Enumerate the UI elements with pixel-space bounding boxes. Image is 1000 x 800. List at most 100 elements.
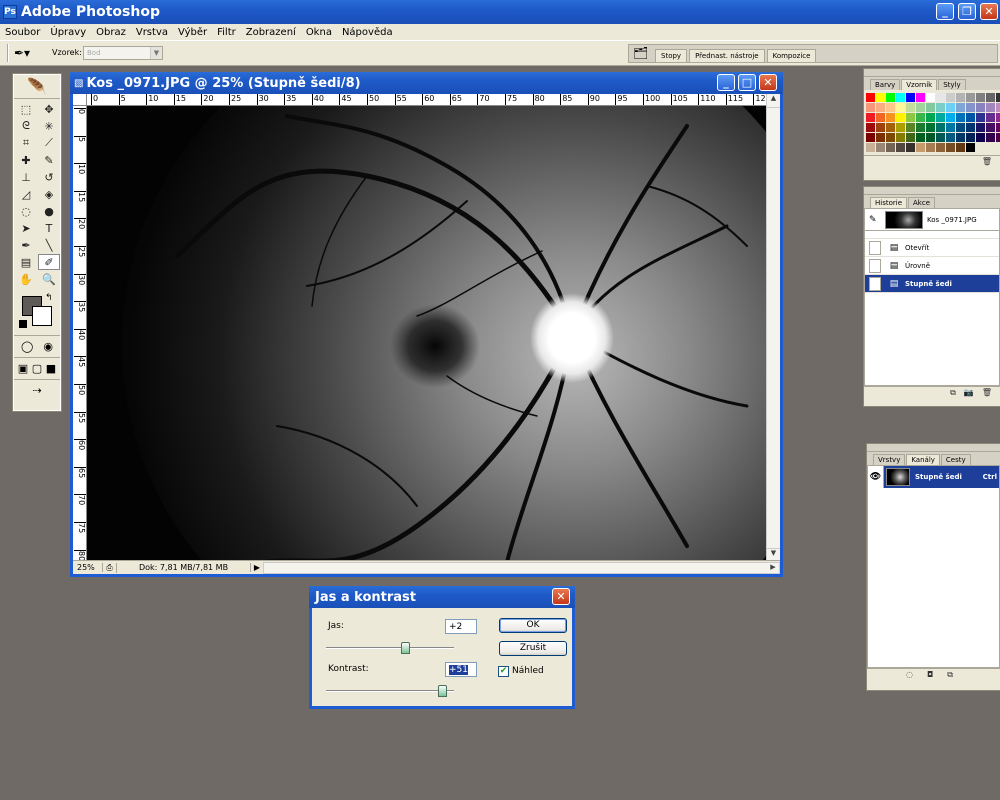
color-swatch[interactable] bbox=[986, 103, 995, 112]
color-swatch[interactable] bbox=[916, 113, 925, 122]
color-swatch[interactable] bbox=[876, 123, 885, 132]
color-swatch[interactable] bbox=[876, 133, 885, 142]
crop-tool-icon[interactable]: ⌗ bbox=[15, 135, 37, 151]
paint-bucket-tool-icon[interactable]: ◈ bbox=[38, 186, 60, 202]
contrast-input[interactable]: +51 bbox=[445, 662, 477, 677]
color-swatch[interactable] bbox=[986, 133, 995, 142]
swatch-grid[interactable] bbox=[864, 90, 1000, 155]
color-swatch[interactable] bbox=[866, 113, 875, 122]
color-swatch[interactable] bbox=[936, 133, 945, 142]
color-swatch[interactable] bbox=[876, 113, 885, 122]
color-swatch[interactable] bbox=[906, 113, 915, 122]
color-swatch[interactable] bbox=[886, 113, 895, 122]
color-swatch[interactable] bbox=[906, 93, 915, 102]
delete-state-icon[interactable]: 🗑 bbox=[982, 388, 992, 397]
color-swatch[interactable] bbox=[986, 143, 995, 152]
brightness-slider[interactable] bbox=[326, 642, 454, 654]
color-swatch[interactable] bbox=[916, 143, 925, 152]
save-selection-icon[interactable]: ◘ bbox=[927, 670, 933, 679]
color-swatch[interactable] bbox=[886, 123, 895, 132]
color-swatch[interactable] bbox=[996, 113, 1000, 122]
quick-mask-mode-icon[interactable]: ◉ bbox=[43, 340, 53, 353]
status-menu-arrow-icon[interactable]: ▶ bbox=[251, 563, 263, 572]
color-swatch[interactable] bbox=[876, 143, 885, 152]
zoom-tool-icon[interactable]: 🔍 bbox=[38, 271, 60, 287]
swap-colors-icon[interactable]: ↰ bbox=[45, 293, 53, 303]
palette-grip[interactable] bbox=[867, 444, 1000, 452]
preview-checkbox[interactable]: ✔ bbox=[498, 666, 509, 677]
color-swatch[interactable] bbox=[926, 113, 935, 122]
color-swatch[interactable] bbox=[976, 143, 985, 152]
color-swatch[interactable] bbox=[896, 123, 905, 132]
horizontal-scrollbar[interactable]: ▶ bbox=[263, 561, 780, 574]
color-swatch[interactable] bbox=[896, 93, 905, 102]
move-tool-icon[interactable]: ✥ bbox=[38, 101, 60, 117]
color-swatch[interactable] bbox=[986, 93, 995, 102]
history-state[interactable]: ▤ Úrovně bbox=[865, 257, 999, 275]
color-swatch[interactable] bbox=[956, 123, 965, 132]
color-swatch[interactable] bbox=[956, 143, 965, 152]
tab-stopy[interactable]: Stopy bbox=[655, 49, 688, 63]
tab-kompozice[interactable]: Kompozice bbox=[766, 49, 817, 63]
color-swatch[interactable] bbox=[966, 93, 975, 102]
restore-button[interactable]: ❐ bbox=[958, 3, 976, 20]
color-swatch[interactable] bbox=[966, 123, 975, 132]
vertical-scrollbar[interactable]: ▲ ▼ bbox=[766, 94, 780, 562]
minimize-button[interactable]: _ bbox=[936, 3, 954, 20]
type-tool-icon[interactable]: T bbox=[38, 220, 60, 236]
color-swatch[interactable] bbox=[886, 103, 895, 112]
clone-stamp-tool-icon[interactable]: ⊥ bbox=[15, 169, 37, 185]
sample-size-select[interactable]: Bod ▼ bbox=[83, 46, 163, 60]
history-state-selected[interactable]: ▤ Stupně šedi bbox=[865, 275, 999, 293]
channel-row[interactable]: 👁 Stupně šedi Ctrl bbox=[868, 466, 999, 488]
path-selection-tool-icon[interactable]: ➤ bbox=[15, 220, 37, 236]
eraser-tool-icon[interactable]: ◿ bbox=[15, 186, 37, 202]
color-swatch[interactable] bbox=[996, 143, 1000, 152]
color-swatch[interactable] bbox=[966, 143, 975, 152]
ok-button[interactable]: OK bbox=[499, 618, 567, 633]
menu-obraz[interactable]: Obraz bbox=[91, 27, 131, 38]
color-swatch[interactable] bbox=[996, 93, 1000, 102]
color-swatch[interactable] bbox=[876, 93, 885, 102]
background-color-swatch[interactable] bbox=[32, 306, 52, 326]
options-grip[interactable] bbox=[7, 44, 9, 62]
menu-filtr[interactable]: Filtr bbox=[212, 27, 241, 38]
color-swatch[interactable] bbox=[896, 143, 905, 152]
brightness-slider-thumb[interactable] bbox=[401, 642, 410, 654]
notes-tool-icon[interactable]: ▤ bbox=[15, 254, 37, 270]
tab-barvy[interactable]: Barvy bbox=[870, 79, 901, 90]
menu-zobrazeni[interactable]: Zobrazení bbox=[241, 27, 301, 38]
color-swatch[interactable] bbox=[916, 103, 925, 112]
color-swatch[interactable] bbox=[986, 123, 995, 132]
color-swatch[interactable] bbox=[976, 133, 985, 142]
color-swatch[interactable] bbox=[976, 123, 985, 132]
color-swatch[interactable] bbox=[926, 103, 935, 112]
color-swatch[interactable] bbox=[886, 133, 895, 142]
lasso-tool-icon[interactable]: ᘓ bbox=[15, 118, 37, 134]
color-swatch[interactable] bbox=[866, 133, 875, 142]
color-swatch[interactable] bbox=[946, 123, 955, 132]
standard-mode-icon[interactable]: ◯ bbox=[21, 340, 33, 353]
brightness-input[interactable]: +2 bbox=[445, 619, 477, 634]
ruler-origin[interactable] bbox=[73, 94, 87, 106]
line-tool-icon[interactable]: ╲ bbox=[38, 237, 60, 253]
color-swatch[interactable] bbox=[926, 123, 935, 132]
tab-kanaly[interactable]: Kanály bbox=[906, 454, 940, 465]
palette-grip[interactable] bbox=[864, 187, 1000, 195]
color-swatch[interactable] bbox=[946, 103, 955, 112]
color-swatch[interactable] bbox=[866, 143, 875, 152]
color-swatch[interactable] bbox=[946, 143, 955, 152]
history-brush-checkbox[interactable] bbox=[869, 240, 881, 255]
color-swatch[interactable] bbox=[866, 123, 875, 132]
dodge-tool-icon[interactable]: ● bbox=[38, 203, 60, 219]
scroll-right-icon[interactable]: ▶ bbox=[767, 563, 779, 573]
color-swatch[interactable] bbox=[886, 93, 895, 102]
color-swatch[interactable] bbox=[956, 103, 965, 112]
color-swatch[interactable] bbox=[966, 113, 975, 122]
color-swatch[interactable] bbox=[936, 113, 945, 122]
menu-upravy[interactable]: Úpravy bbox=[45, 27, 91, 38]
color-swatch[interactable] bbox=[976, 113, 985, 122]
tab-prednastavene-nastroje[interactable]: Přednast. nástroje bbox=[689, 49, 765, 63]
menu-vyber[interactable]: Výběr bbox=[173, 27, 212, 38]
full-screen-mode-icon[interactable]: ■ bbox=[46, 362, 56, 375]
